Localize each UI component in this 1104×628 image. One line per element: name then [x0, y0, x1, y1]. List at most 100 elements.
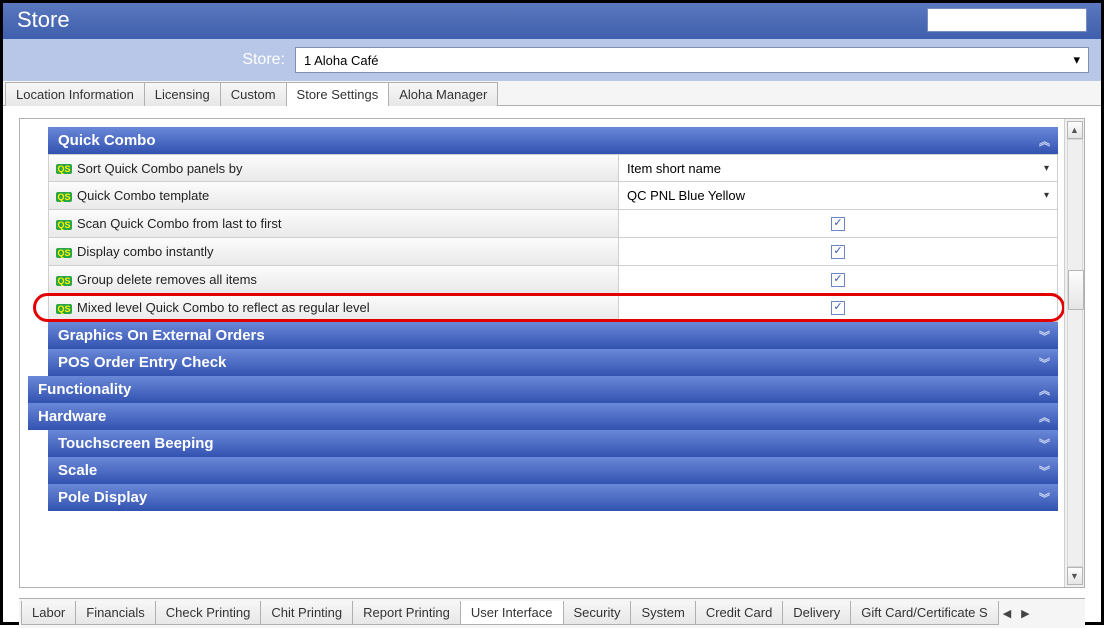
tab-bottom[interactable]: Credit Card — [695, 601, 783, 625]
section-title: POS Order Entry Check — [58, 354, 226, 371]
settings-row-checkbox-cell[interactable]: ✓ — [619, 266, 1057, 293]
tab-top[interactable]: Custom — [220, 82, 287, 106]
tab-bottom[interactable]: Report Printing — [352, 601, 461, 625]
tab-bottom[interactable]: User Interface — [460, 601, 564, 625]
store-label: Store: — [15, 51, 285, 69]
settings-row-checkbox-cell[interactable]: ✓ — [619, 294, 1057, 321]
vertical-scrollbar[interactable]: ▲ ▼ — [1064, 119, 1084, 587]
section-title: Quick Combo — [58, 132, 156, 149]
settings-row-label: QS Scan Quick Combo from last to first — [49, 210, 619, 237]
section-title: Functionality — [38, 381, 131, 398]
settings-row-label-text: Display combo instantly — [77, 244, 214, 259]
store-selector-bar: Store: 1 Aloha Café ▾ — [3, 39, 1101, 81]
scroll-up-arrow-icon[interactable]: ▲ — [1067, 121, 1083, 139]
settings-row: QS Scan Quick Combo from last to first ✓ — [48, 210, 1058, 238]
tab-top[interactable]: Licensing — [144, 82, 221, 106]
quick-combo-grid: QS Sort Quick Combo panels by Item short n… — [48, 154, 1058, 322]
settings-row: QS Display combo instantly ✓ — [48, 238, 1058, 266]
svg-text:QS: QS — [57, 304, 70, 314]
svg-text:QS: QS — [57, 164, 70, 174]
chevron-down-icon: ▾ — [1073, 52, 1080, 68]
qs-icon: QS — [55, 188, 73, 204]
tabs-bottom: LaborFinancialsCheck PrintingChit Printi… — [19, 598, 1085, 628]
chevron-down-icon: ▾ — [1044, 190, 1049, 201]
section-title: Pole Display — [58, 489, 147, 506]
store-dropdown[interactable]: 1 Aloha Café ▾ — [295, 47, 1089, 73]
settings-row-checkbox-cell[interactable]: ✓ — [619, 238, 1057, 265]
section-header-pole-display[interactable]: Pole Display ︾ — [48, 484, 1058, 511]
scroll-down-arrow-icon[interactable]: ▼ — [1067, 567, 1083, 585]
tab-bottom[interactable]: Chit Printing — [260, 601, 353, 625]
tab-scroll-left-icon[interactable]: ◀ — [998, 605, 1016, 622]
section-header-scale[interactable]: Scale ︾ — [48, 457, 1058, 484]
dropdown-value: QC PNL Blue Yellow — [627, 188, 745, 203]
svg-text:QS: QS — [57, 276, 70, 286]
tab-bottom[interactable]: System — [630, 601, 695, 625]
collapse-up-icon: ︽ — [1039, 133, 1048, 149]
collapse-up-icon: ︽ — [1039, 409, 1048, 425]
qs-icon: QS — [55, 216, 73, 232]
expand-down-icon: ︾ — [1039, 490, 1048, 506]
section-title: Graphics On External Orders — [58, 327, 265, 344]
section-title: Hardware — [38, 408, 106, 425]
tab-scroll-right-icon[interactable]: ▶ — [1016, 605, 1034, 622]
scroll-thumb[interactable] — [1068, 270, 1084, 310]
settings-row-label: QS Display combo instantly — [49, 238, 619, 265]
tabs-top: Location InformationLicensingCustomStore… — [3, 81, 1101, 106]
qs-icon: QS — [55, 272, 73, 288]
settings-row: QS Quick Combo template QC PNL Blue Yellow… — [48, 182, 1058, 210]
tab-bottom[interactable]: Check Printing — [155, 601, 262, 625]
svg-text:QS: QS — [57, 248, 70, 258]
settings-row-dropdown[interactable]: QC PNL Blue Yellow ▾ — [619, 182, 1057, 209]
tab-top[interactable]: Store Settings — [286, 82, 390, 106]
section-header-pos-order[interactable]: POS Order Entry Check ︾ — [48, 349, 1058, 376]
tab-top[interactable]: Aloha Manager — [388, 82, 498, 106]
settings-row-dropdown[interactable]: Item short name▾ — [619, 155, 1057, 181]
settings-row-checkbox-cell[interactable]: ✓ — [619, 210, 1057, 237]
settings-row: QS Sort Quick Combo panels by Item short n… — [48, 154, 1058, 182]
section-header-quick-combo[interactable]: Quick Combo ︽ — [48, 127, 1058, 154]
app-title: Store — [17, 7, 70, 33]
expand-down-icon: ︾ — [1039, 355, 1048, 371]
title-bar: Store — [3, 3, 1101, 39]
expand-down-icon: ︾ — [1039, 436, 1048, 452]
settings-row-label-text: Mixed level Quick Combo to reflect as re… — [77, 300, 370, 315]
checkbox[interactable]: ✓ — [831, 273, 845, 287]
section-title: Scale — [58, 462, 97, 479]
checkbox[interactable]: ✓ — [831, 301, 845, 315]
section-header-functionality[interactable]: Functionality ︽ — [28, 376, 1058, 403]
section-title: Touchscreen Beeping — [58, 435, 214, 452]
qs-icon: QS — [55, 300, 73, 316]
tab-top[interactable]: Location Information — [5, 82, 145, 106]
section-header-graphics[interactable]: Graphics On External Orders ︾ — [48, 322, 1058, 349]
settings-row-label-text: Scan Quick Combo from last to first — [77, 216, 281, 231]
store-dropdown-value: 1 Aloha Café — [304, 53, 378, 68]
svg-text:QS: QS — [57, 192, 70, 202]
qs-icon: QS — [55, 160, 73, 176]
settings-row-label-text: Group delete removes all items — [77, 272, 257, 287]
settings-scroll-area[interactable]: Quick Combo ︽ QS Sort Quick Combo panels … — [20, 119, 1064, 587]
qs-icon: QS — [55, 244, 73, 260]
checkbox[interactable]: ✓ — [831, 245, 845, 259]
tab-bottom[interactable]: Security — [563, 601, 632, 625]
scroll-track[interactable] — [1067, 139, 1083, 567]
tab-bottom[interactable]: Labor — [21, 601, 76, 625]
settings-row-label: QS Sort Quick Combo panels by — [49, 155, 619, 181]
tab-bottom[interactable]: Gift Card/Certificate S — [850, 601, 998, 625]
expand-down-icon: ︾ — [1039, 328, 1048, 344]
settings-row-label-text: Quick Combo template — [77, 188, 209, 203]
checkbox[interactable]: ✓ — [831, 217, 845, 231]
chevron-down-icon: ▾ — [1044, 163, 1049, 174]
titlebar-search-input[interactable] — [927, 8, 1087, 32]
settings-row: QS Group delete removes all items ✓ — [48, 266, 1058, 294]
settings-row-label: QS Quick Combo template — [49, 182, 619, 209]
section-header-hardware[interactable]: Hardware ︽ — [28, 403, 1058, 430]
settings-panel: Quick Combo ︽ QS Sort Quick Combo panels … — [19, 118, 1085, 588]
settings-row-label: QS Mixed level Quick Combo to reflect as … — [49, 294, 619, 321]
settings-row-label-text: Sort Quick Combo panels by — [77, 161, 242, 176]
tab-bottom[interactable]: Financials — [75, 601, 156, 625]
expand-down-icon: ︾ — [1039, 463, 1048, 479]
tab-bottom[interactable]: Delivery — [782, 601, 851, 625]
section-header-touchscreen[interactable]: Touchscreen Beeping ︾ — [48, 430, 1058, 457]
svg-text:QS: QS — [57, 220, 70, 230]
